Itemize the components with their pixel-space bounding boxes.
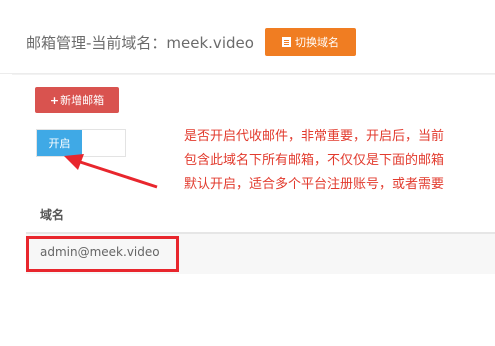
page-title: 邮箱管理-当前域名：meek.video bbox=[26, 34, 254, 52]
annotation-line: 是否开启代收邮件，非常重要，开启后，当前 bbox=[184, 129, 445, 144]
add-mailbox-button[interactable]: + 新增邮箱 bbox=[35, 87, 119, 113]
add-mailbox-label: 新增邮箱 bbox=[60, 94, 105, 107]
document-icon bbox=[282, 37, 291, 47]
highlight-box bbox=[26, 236, 179, 272]
annotation-text: 是否开启代收邮件，非常重要，开启后，当前 包含此域名下所有邮箱，不仅仅是下面的邮… bbox=[184, 125, 495, 197]
divider bbox=[12, 74, 495, 75]
annotation-line: 默认开启，适合多个平台注册账号，或者需要 bbox=[184, 177, 445, 192]
switch-domain-label: 切换域名 bbox=[295, 36, 339, 49]
switch-domain-button[interactable]: 切换域名 bbox=[265, 28, 356, 56]
arrow-icon bbox=[64, 154, 158, 189]
column-header-domain: 域名 bbox=[40, 208, 65, 222]
plus-icon: + bbox=[49, 93, 60, 107]
page-header: 邮箱管理-当前域名：meek.video 切换域名 bbox=[0, 0, 495, 74]
annotation-line: 包含此域名下所有邮箱，不仅仅是下面的邮箱 bbox=[184, 153, 445, 168]
